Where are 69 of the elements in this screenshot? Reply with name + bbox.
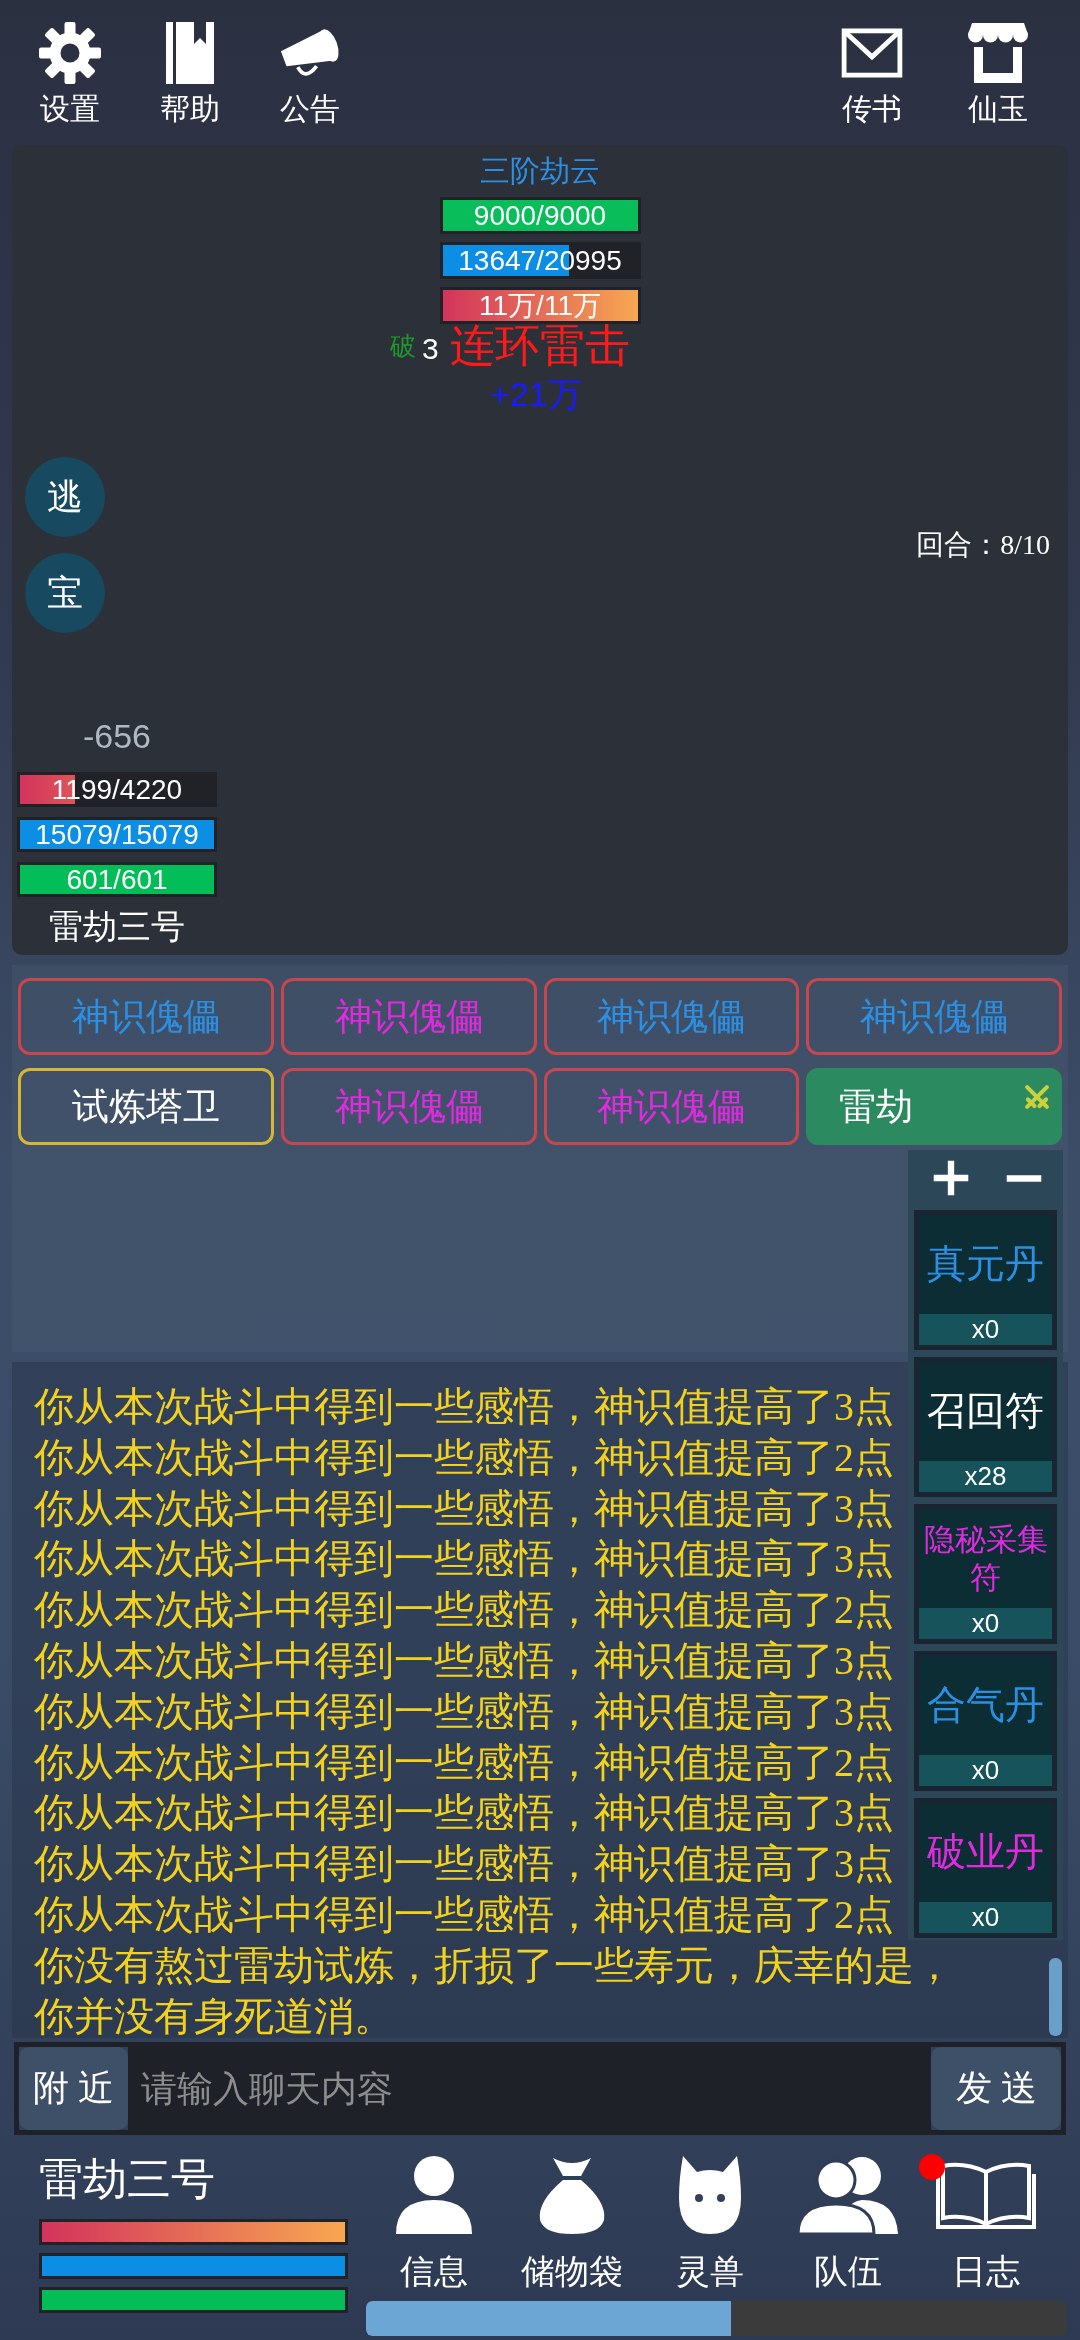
channel-button[interactable]: 附 近 xyxy=(14,2042,133,2135)
damage-number: -656 xyxy=(82,716,152,756)
item-slot[interactable]: 破业丹 x0 xyxy=(914,1798,1057,1938)
item-slot[interactable]: 召回符 x28 xyxy=(914,1357,1057,1497)
item-name: 召回符 xyxy=(926,1388,1045,1435)
stat-value: 11万/11万 xyxy=(479,288,601,323)
chat-message: 你从本次战斗中得到一些感悟，神识值提高了3点 xyxy=(34,1383,894,1431)
combat-text: 破 xyxy=(390,334,416,360)
plus-icon xyxy=(931,1158,971,1198)
combat-text: 连环雷击 xyxy=(450,324,630,369)
chat-message: 你从本次战斗中得到一些感悟，神识值提高了3点 xyxy=(34,1840,894,1889)
toolbar-button[interactable]: 帮助 xyxy=(140,0,240,140)
send-button[interactable]: 发 送 xyxy=(926,2042,1066,2135)
chat-message: 你从本次战斗中得到一些感悟，神识值提高了3点 xyxy=(34,1687,894,1736)
stat-value: 15079/15079 xyxy=(35,818,199,851)
chat-message: 你从本次战斗中得到一些感悟，神识值提高了3点 xyxy=(34,1637,894,1685)
open-book-icon xyxy=(935,2160,1037,2230)
chat-message: 你从本次战斗中得到一些感悟，神识值提高了2点 xyxy=(34,1890,894,1939)
shop-icon xyxy=(966,21,1030,85)
target-button[interactable]: 雷劫 xyxy=(806,1068,1062,1145)
chat-message: 你从本次战斗中得到一些感悟，神识值提高了2点 xyxy=(34,1586,894,1635)
toolbar-button[interactable]: 仙玉 xyxy=(948,0,1048,140)
gear-icon xyxy=(38,21,102,85)
cat-icon xyxy=(677,2154,743,2236)
combat-text: 3 xyxy=(422,332,439,366)
crossed-swords-icon xyxy=(1023,1083,1051,1111)
toolbar-button[interactable]: 传书 xyxy=(822,0,922,140)
player-name: 雷劫三号 xyxy=(39,2157,216,2203)
item-count: x28 xyxy=(919,1461,1052,1492)
people-icon xyxy=(796,2154,900,2236)
action-button[interactable]: 逃 xyxy=(25,457,105,537)
round-counter: 回合：8/10 xyxy=(916,528,1050,562)
scrollbar-thumb[interactable] xyxy=(1049,1958,1062,2036)
toolbar-button[interactable]: 公告 xyxy=(260,0,360,140)
item-slot[interactable]: 真元丹 x0 xyxy=(914,1210,1057,1350)
chat-message: 你从本次战斗中得到一些感悟，神识值提高了2点 xyxy=(34,1738,894,1787)
nav-button[interactable]: 灵兽 xyxy=(641,2154,779,2292)
chat-message: 你从本次战斗中得到一些感悟，神识值提高了3点 xyxy=(34,1535,894,1584)
item-count: x0 xyxy=(919,1608,1052,1639)
chat-message: 你从本次战斗中得到一些感悟，神识值提高了2点 xyxy=(34,1433,894,1482)
item-count: x0 xyxy=(919,1755,1052,1786)
item-name: 合气丹 xyxy=(926,1682,1045,1729)
chat-message: 你从本次战斗中得到一些感悟，神识值提高了3点 xyxy=(34,1789,894,1838)
target-button[interactable]: 试炼塔卫 xyxy=(18,1068,274,1145)
envelope-icon xyxy=(841,28,903,78)
nav-button[interactable]: 日志 xyxy=(917,2154,1055,2292)
chat-input[interactable]: 请输入聊天内容 xyxy=(133,2042,926,2135)
minus-icon xyxy=(1004,1174,1044,1182)
combat-text: +21万 xyxy=(490,374,582,415)
nav-button[interactable]: 信息 xyxy=(365,2154,503,2292)
book-icon xyxy=(164,20,216,86)
item-count: x0 xyxy=(919,1902,1052,1933)
item-count: x0 xyxy=(919,1314,1052,1345)
stat-value: 601/601 xyxy=(66,863,168,896)
character-name: 雷劫三号 xyxy=(49,907,185,947)
person-icon xyxy=(393,2154,475,2236)
chat-message: 你没有熬过雷劫试炼，折损了一些寿元，庆幸的是，你并没有身死道消。 xyxy=(34,1941,955,2041)
enemy-name: 三阶劫云 xyxy=(480,153,600,189)
item-slot[interactable]: 合气丹 x0 xyxy=(914,1651,1057,1791)
chat-message: 你从本次战斗中得到一些感悟，神识值提高了3点 xyxy=(34,1484,894,1533)
item-name: 破业丹 xyxy=(926,1829,1045,1876)
toolbar-button[interactable]: 设置 xyxy=(20,0,120,140)
stat-value: 9000/9000 xyxy=(473,199,607,232)
nav-button[interactable]: 储物袋 xyxy=(503,2154,641,2292)
nav-button[interactable]: 队伍 xyxy=(779,2154,917,2292)
item-name: 真元丹 xyxy=(926,1241,1045,1288)
action-button[interactable]: 宝 xyxy=(25,553,105,633)
item-slot[interactable]: 隐秘采集符 x0 xyxy=(914,1504,1057,1644)
item-name: 隐秘采集符 xyxy=(922,1521,1049,1597)
